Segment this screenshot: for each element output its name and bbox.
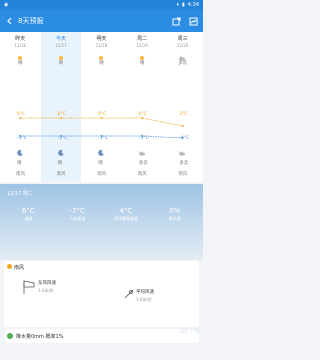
weekday: 明天 <box>96 36 107 42</box>
sun-icon <box>58 56 63 60</box>
cloud-icon <box>179 56 186 61</box>
high-point <box>181 125 184 127</box>
average-wind-speed: 3.6米/秒 <box>136 297 152 302</box>
night-weather: 晴 <box>98 161 103 166</box>
app-notification-icon: ◉ <box>4 2 9 8</box>
cloud-icon <box>138 151 145 156</box>
date: 12/20 <box>176 43 189 48</box>
sun-icon <box>139 56 144 60</box>
wind-text: 南风 <box>137 172 147 177</box>
metric-value: -7°C <box>69 207 85 215</box>
moon-icon <box>98 149 104 156</box>
sun-icon <box>99 56 104 60</box>
date: 12/17 <box>55 43 67 48</box>
metric-label: 人体感温 <box>69 216 86 221</box>
high-temp: 6°C <box>17 112 26 117</box>
night-weather: 晴 <box>17 161 22 166</box>
low-temp: -3°C <box>98 136 109 141</box>
wind-dot-icon <box>7 264 12 269</box>
today-metrics: 6°C 温度 -7°C 人体感温 4°C 明日最高温度 0% 降水量 <box>4 205 199 224</box>
metric-value: 0% <box>169 207 181 215</box>
app-bar: 8天预报 <box>0 10 203 32</box>
anemometer-icon <box>124 289 134 299</box>
signal-icon: ▾ <box>176 2 179 8</box>
precipitation-text: 降水量0mm 概率1% <box>16 334 64 340</box>
average-wind-title: 平均风速 <box>136 290 154 295</box>
sun-icon <box>18 56 22 60</box>
status-bar: ◉ ▾ ▮ 4:34 <box>0 0 203 10</box>
wind-text: 南风 <box>16 172 25 177</box>
metric-precipitation: 0% 降水量 <box>150 205 199 224</box>
low-temp: -3°C <box>57 136 68 141</box>
high-temp: 6°C <box>98 112 107 117</box>
status-time: 4:34 <box>187 2 199 8</box>
high-point <box>141 117 144 119</box>
weekday: 周二 <box>137 36 148 42</box>
average-wind-block: 平均风速 3.6米/秒 <box>136 289 154 303</box>
chart-icon[interactable] <box>189 17 198 26</box>
weekday: 昨天 <box>15 36 26 42</box>
battery-icon: ▮ <box>182 2 185 8</box>
wind-card: 南风 东风风速 3.6米/秒 平均风速 3.6米/秒 <box>4 261 199 327</box>
wind-text: 南风 <box>178 172 188 177</box>
today-date: 12/17 周二 <box>7 191 33 197</box>
wind-direction-title: 东风风速 <box>38 281 56 286</box>
wind-direction-block: 东风风速 3.6米/秒 <box>38 280 56 294</box>
night-weather: 多云 <box>179 161 189 166</box>
high-point <box>100 117 103 119</box>
low-temp: -4°C <box>179 136 190 141</box>
cloud-icon <box>179 151 186 156</box>
share-icon[interactable] <box>172 17 181 26</box>
metric-value: 6°C <box>21 207 35 215</box>
date: 12/19 <box>136 43 148 48</box>
wind-card-title: 南风 <box>14 265 25 271</box>
high-temp: 6°C <box>57 112 66 117</box>
night-weather: 多云 <box>138 161 148 166</box>
night-weather: 晴 <box>57 161 63 166</box>
low-temp: -3°C <box>17 136 27 141</box>
metric-label: 降水量 <box>168 216 181 221</box>
today-detail: 12/17 周二 6°C 温度 -7°C 人体感温 4°C 明日最高温度 0% … <box>0 184 203 260</box>
watermark-logo: 飞翔下载 <box>175 328 200 335</box>
high-temp: 2°C <box>179 112 188 117</box>
date: 12/18 <box>95 43 108 48</box>
metric-tomorrow-high: 4°C 明日最高温度 <box>102 205 151 224</box>
high-temp: 6°C <box>138 112 148 117</box>
moon-icon <box>17 149 23 156</box>
wind-direction-speed: 3.6米/秒 <box>38 288 54 293</box>
metric-temperature: 6°C 温度 <box>4 205 53 224</box>
low-temp: -3°C <box>138 136 149 141</box>
status-right: ▾ ▮ 4:34 <box>176 2 199 8</box>
weekday: 周三 <box>177 36 188 42</box>
app-bar-actions <box>172 17 198 26</box>
wind-text: 南风 <box>56 172 66 177</box>
weekday: 今天 <box>55 36 66 42</box>
page-title: 8天预报 <box>18 17 44 25</box>
forecast-panel: 昨天 12/16 晴 今天 12/17 晴 明天 12/18 晴 周二 12/1… <box>0 32 203 182</box>
metric-label: 温度 <box>24 216 33 221</box>
moon-icon <box>57 149 64 156</box>
back-icon[interactable] <box>5 17 14 26</box>
high-point <box>19 117 22 119</box>
windsock-icon <box>23 280 35 294</box>
metric-value: 4°C <box>119 207 133 215</box>
wind-text: 南风 <box>97 172 107 177</box>
metric-label: 明日最高温度 <box>113 216 138 221</box>
high-point <box>59 117 62 119</box>
rain-drop-icon <box>7 333 13 339</box>
date: 12/16 <box>14 43 27 48</box>
metric-feels-like: -7°C 人体感温 <box>53 205 102 224</box>
